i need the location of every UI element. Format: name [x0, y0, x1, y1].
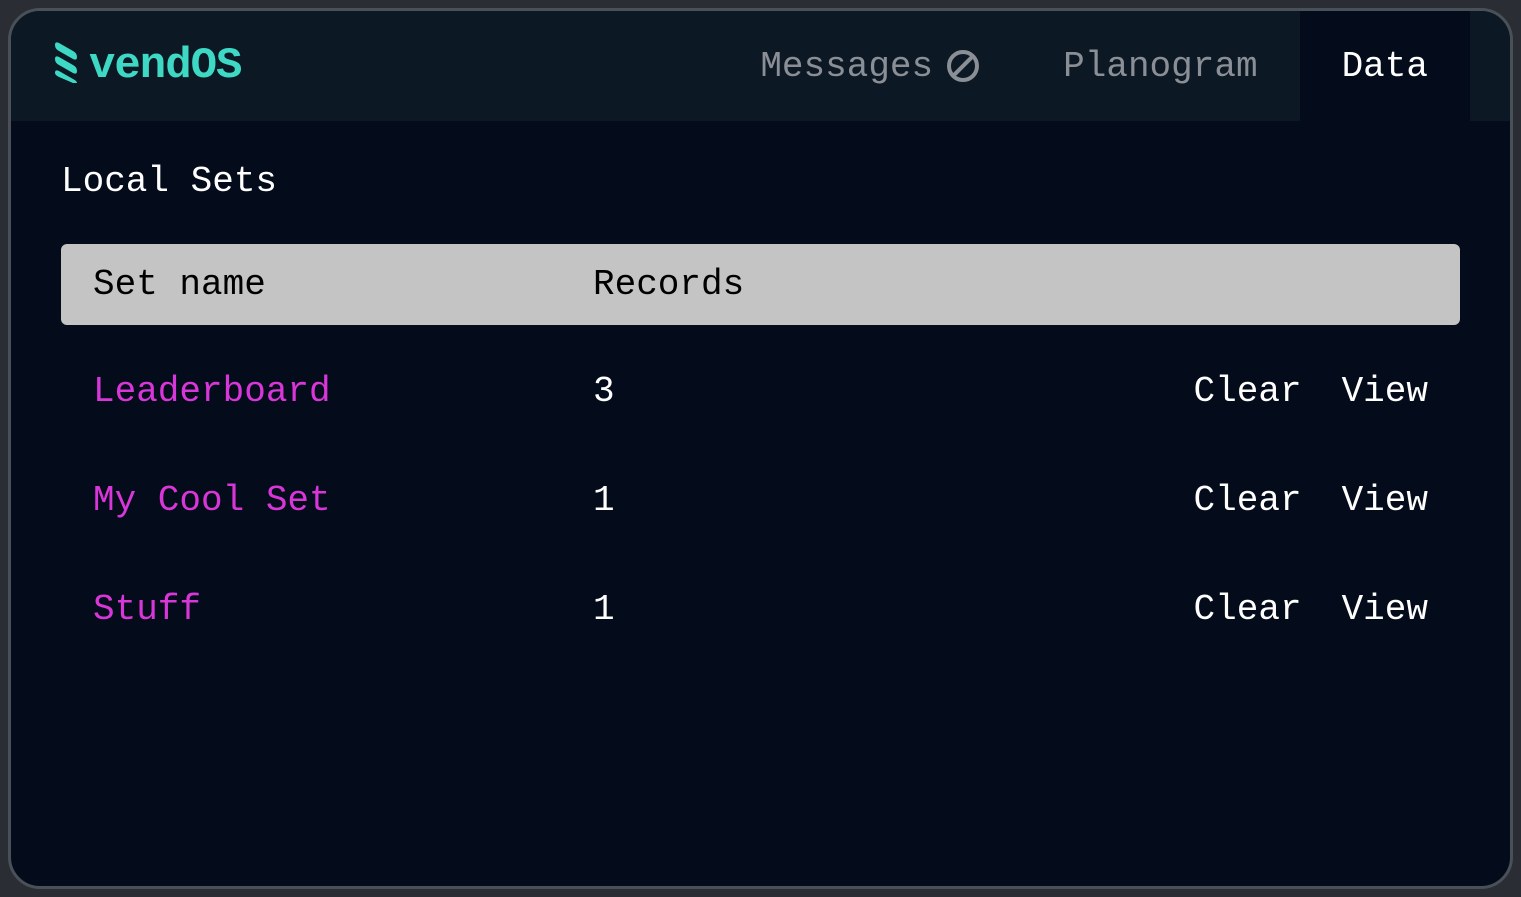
set-name[interactable]: My Cool Set: [93, 480, 593, 521]
table-body: Leaderboard 3 Clear View My Cool Set 1 C…: [61, 325, 1460, 664]
row-actions: Clear View: [1194, 589, 1428, 630]
table-row: My Cool Set 1 Clear View: [61, 446, 1460, 555]
logo: vendOS: [51, 39, 718, 94]
view-button[interactable]: View: [1342, 480, 1428, 521]
set-records: 3: [593, 371, 1194, 412]
set-name[interactable]: Stuff: [93, 589, 593, 630]
nav: Messages Planogram Data: [718, 11, 1470, 121]
view-button[interactable]: View: [1342, 371, 1428, 412]
nav-label: Data: [1342, 46, 1428, 87]
nav-planogram[interactable]: Planogram: [1021, 11, 1299, 121]
table-row: Leaderboard 3 Clear View: [61, 337, 1460, 446]
table-row: Stuff 1 Clear View: [61, 555, 1460, 664]
prohibit-icon: [947, 50, 979, 82]
nav-data[interactable]: Data: [1300, 11, 1470, 121]
column-header-records: Records: [593, 264, 1428, 305]
logo-icon: [51, 39, 81, 94]
nav-label: Messages: [760, 46, 933, 87]
content: Local Sets Set name Records Leaderboard …: [11, 121, 1510, 886]
header: vendOS Messages Planogram Data: [11, 11, 1510, 121]
clear-button[interactable]: Clear: [1194, 480, 1302, 521]
nav-messages[interactable]: Messages: [718, 11, 1021, 121]
nav-label: Planogram: [1063, 46, 1257, 87]
table-header: Set name Records: [61, 244, 1460, 325]
row-actions: Clear View: [1194, 371, 1428, 412]
logo-text: vendOS: [89, 41, 241, 91]
section-title: Local Sets: [61, 161, 1460, 202]
set-records: 1: [593, 589, 1194, 630]
set-name[interactable]: Leaderboard: [93, 371, 593, 412]
view-button[interactable]: View: [1342, 589, 1428, 630]
row-actions: Clear View: [1194, 480, 1428, 521]
app-window: vendOS Messages Planogram Data Local Set…: [8, 8, 1513, 889]
sets-table: Set name Records Leaderboard 3 Clear Vie…: [61, 244, 1460, 664]
set-records: 1: [593, 480, 1194, 521]
column-header-name: Set name: [93, 264, 593, 305]
clear-button[interactable]: Clear: [1194, 589, 1302, 630]
clear-button[interactable]: Clear: [1194, 371, 1302, 412]
